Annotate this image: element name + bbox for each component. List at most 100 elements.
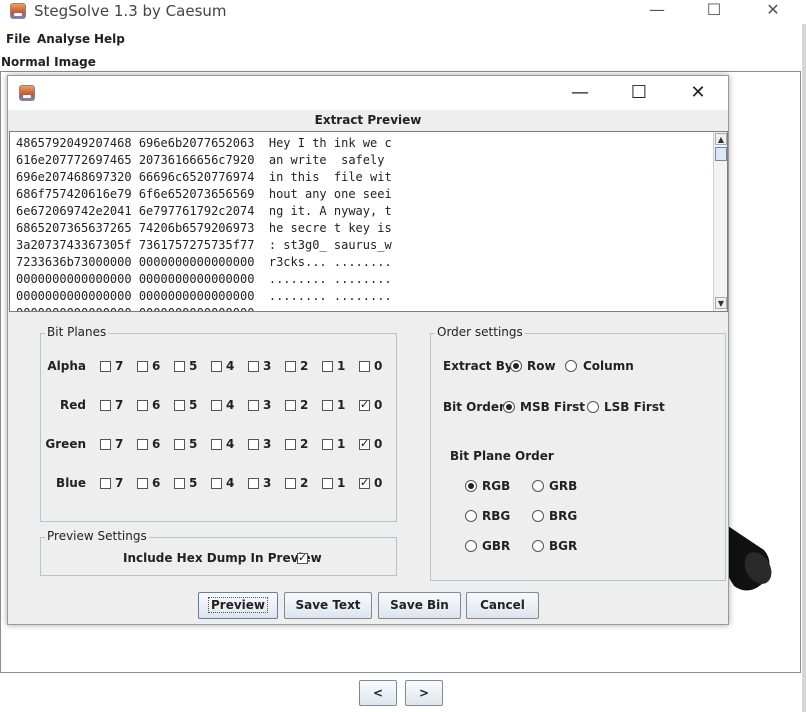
menu-help[interactable]: Help xyxy=(94,32,125,46)
preview-line: 7233636b73000000 0000000000000000 r3cks.… xyxy=(16,255,392,269)
prev-button[interactable]: < xyxy=(359,680,397,706)
plane-order-label-grb[interactable]: GRB xyxy=(549,479,577,493)
menu-analyse[interactable]: Analyse xyxy=(37,32,90,46)
bit-checkbox-green-1[interactable] xyxy=(322,439,333,450)
bit-checkbox-blue-2[interactable] xyxy=(285,478,296,489)
scroll-down-icon[interactable]: ▼ xyxy=(715,297,727,309)
bit-label: 3 xyxy=(263,437,272,451)
menu-file[interactable]: File xyxy=(6,32,31,46)
plane-order-radio-gbr[interactable] xyxy=(465,540,477,552)
window-title: StegSolve 1.3 by Caesum xyxy=(34,2,227,20)
bit-checkbox-alpha-3[interactable] xyxy=(248,361,259,372)
bit-checkbox-blue-1[interactable] xyxy=(322,478,333,489)
plane-order-radio-brg[interactable] xyxy=(532,510,544,522)
bit-checkbox-red-4[interactable] xyxy=(211,400,222,411)
bit-checkbox-green-2[interactable] xyxy=(285,439,296,450)
bit-checkbox-green-6[interactable] xyxy=(137,439,148,450)
vertical-scrollbar[interactable]: ▲ ▼ xyxy=(713,132,727,311)
preview-line: 686f757420616e79 6f6e652073656569 hout a… xyxy=(16,187,392,201)
preview-line: 616e207772697465 20736166656c7920 an wri… xyxy=(16,153,392,167)
bit-label: 5 xyxy=(189,398,198,412)
bit-row-label-blue: Blue xyxy=(56,476,86,490)
bit-checkbox-green-3[interactable] xyxy=(248,439,259,450)
bit-label: 7 xyxy=(115,476,124,490)
scroll-thumb[interactable] xyxy=(715,147,727,161)
bit-label: 7 xyxy=(115,359,124,373)
plane-order-radio-rbg[interactable] xyxy=(465,510,477,522)
bit-checkbox-green-5[interactable] xyxy=(174,439,185,450)
bit-checkbox-red-0[interactable] xyxy=(359,398,370,411)
cancel-button[interactable]: Cancel xyxy=(466,592,539,619)
bit-checkbox-alpha-0[interactable] xyxy=(359,361,370,372)
preview-line: 6e672069742e2041 6e797761792c2074 ng it.… xyxy=(16,204,392,218)
preview-line: 696e207468697320 66696c6520776974 in thi… xyxy=(16,170,392,184)
extract-by-label: Extract By xyxy=(443,359,513,373)
lsb-first-label[interactable]: LSB First xyxy=(604,400,665,414)
bit-label: 7 xyxy=(115,398,124,412)
bit-checkbox-alpha-6[interactable] xyxy=(137,361,148,372)
bit-checkbox-green-0[interactable] xyxy=(359,437,370,450)
bit-label: 7 xyxy=(115,437,124,451)
bit-label: 4 xyxy=(226,398,235,412)
plane-order-radio-grb[interactable] xyxy=(532,480,544,492)
preview-button[interactable]: Preview xyxy=(198,592,278,619)
dialog-minimize-button[interactable]: — xyxy=(563,80,597,106)
bit-checkbox-red-3[interactable] xyxy=(248,400,259,411)
plane-order-radio-rgb[interactable] xyxy=(465,480,477,492)
close-button[interactable]: ✕ xyxy=(756,0,790,22)
bit-checkbox-alpha-2[interactable] xyxy=(285,361,296,372)
bit-label: 2 xyxy=(300,359,309,373)
preview-line: 4865792049207468 696e6b2077652063 Hey I … xyxy=(16,136,392,150)
bit-checkbox-blue-4[interactable] xyxy=(211,478,222,489)
dialog-maximize-button[interactable]: ☐ xyxy=(622,80,656,106)
bit-row-label-red: Red xyxy=(60,398,86,412)
extract-by-row-radio[interactable] xyxy=(510,360,522,372)
bit-label: 3 xyxy=(263,359,272,373)
maximize-button[interactable]: ☐ xyxy=(697,0,731,22)
save-bin-button[interactable]: Save Bin xyxy=(378,592,461,619)
bit-checkbox-alpha-4[interactable] xyxy=(211,361,222,372)
bit-checkbox-red-5[interactable] xyxy=(174,400,185,411)
plane-order-label-bgr[interactable]: BGR xyxy=(549,539,577,553)
msb-first-label[interactable]: MSB First xyxy=(520,400,585,414)
plane-order-label-brg[interactable]: BRG xyxy=(549,509,577,523)
dialog-close-button[interactable]: ✕ xyxy=(681,80,715,106)
plane-order-label-rbg[interactable]: RBG xyxy=(482,509,510,523)
bit-checkbox-red-1[interactable] xyxy=(322,400,333,411)
extract-by-row-label[interactable]: Row xyxy=(527,359,556,373)
plane-order-label-rgb[interactable]: RGB xyxy=(482,479,510,493)
extract-by-column-label[interactable]: Column xyxy=(583,359,634,373)
image-mode-label: Normal Image xyxy=(1,55,96,69)
bit-label: 3 xyxy=(263,476,272,490)
msb-first-radio[interactable] xyxy=(503,401,515,413)
bit-checkbox-blue-0[interactable] xyxy=(359,476,370,489)
bit-checkbox-alpha-5[interactable] xyxy=(174,361,185,372)
bit-label: 6 xyxy=(152,398,161,412)
bit-checkbox-alpha-1[interactable] xyxy=(322,361,333,372)
bit-checkbox-green-7[interactable] xyxy=(100,439,111,450)
bit-checkbox-red-2[interactable] xyxy=(285,400,296,411)
plane-order-radio-bgr[interactable] xyxy=(532,540,544,552)
scroll-up-icon[interactable]: ▲ xyxy=(715,133,727,145)
bit-checkbox-blue-3[interactable] xyxy=(248,478,259,489)
next-button[interactable]: > xyxy=(405,680,443,706)
order-settings-title: Order settings xyxy=(435,325,525,339)
bit-checkbox-red-7[interactable] xyxy=(100,400,111,411)
minimize-button[interactable]: — xyxy=(640,0,674,22)
bit-checkbox-blue-7[interactable] xyxy=(100,478,111,489)
bit-checkbox-red-6[interactable] xyxy=(137,400,148,411)
window-edge xyxy=(802,0,806,712)
lsb-first-radio[interactable] xyxy=(587,401,599,413)
save-text-button[interactable]: Save Text xyxy=(284,592,372,619)
bit-checkbox-alpha-7[interactable] xyxy=(100,361,111,372)
preview-text-area[interactable]: 4865792049207468 696e6b2077652063 Hey I … xyxy=(9,131,728,312)
bit-checkbox-green-4[interactable] xyxy=(211,439,222,450)
bit-row-label-alpha: Alpha xyxy=(47,359,86,373)
bit-row-label-green: Green xyxy=(45,437,86,451)
extract-by-column-radio[interactable] xyxy=(565,360,577,372)
bit-checkbox-blue-5[interactable] xyxy=(174,478,185,489)
include-hex-checkbox[interactable] xyxy=(297,551,308,564)
plane-order-label-gbr[interactable]: GBR xyxy=(482,539,510,553)
bit-checkbox-blue-6[interactable] xyxy=(137,478,148,489)
bit-label: 6 xyxy=(152,437,161,451)
